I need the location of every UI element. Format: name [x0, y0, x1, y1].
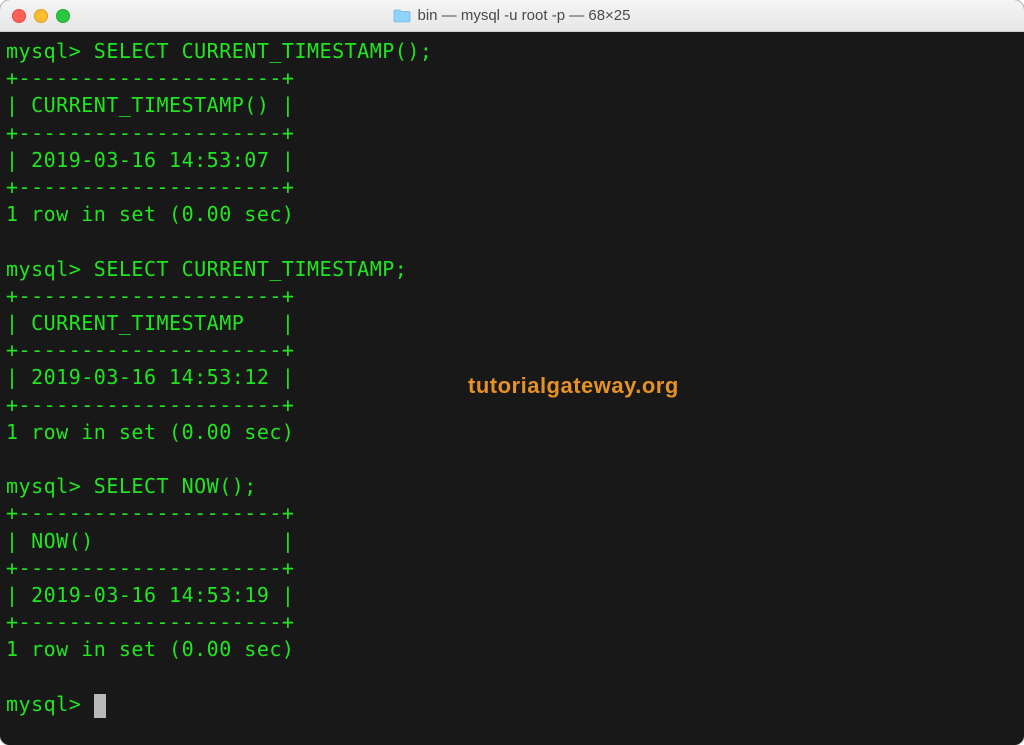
folder-icon [393, 9, 411, 23]
titlebar: bin — mysql -u root -p — 68×25 [0, 0, 1024, 32]
sql-result-border: +---------------------+ [6, 175, 294, 199]
prompt: mysql> [6, 257, 81, 281]
prompt: mysql> [6, 474, 81, 498]
window-title-text: bin — mysql -u root -p — 68×25 [417, 7, 630, 24]
sql-result-border: +---------------------+ [6, 610, 294, 634]
sql-status: 1 row in set (0.00 sec) [6, 420, 294, 444]
sql-status: 1 row in set (0.00 sec) [6, 202, 294, 226]
window-title: bin — mysql -u root -p — 68×25 [12, 7, 1012, 24]
sql-query-2: SELECT CURRENT_TIMESTAMP; [94, 257, 408, 281]
prompt: mysql> [6, 39, 81, 63]
sql-result-border: +---------------------+ [6, 393, 294, 417]
watermark-text: tutorialgateway.org [468, 372, 679, 399]
sql-result-header: | CURRENT_TIMESTAMP | [6, 311, 294, 335]
terminal-body[interactable]: mysql> SELECT CURRENT_TIMESTAMP(); +----… [0, 32, 1024, 745]
sql-result-header: | NOW() | [6, 529, 294, 553]
sql-result-header: | CURRENT_TIMESTAMP() | [6, 93, 294, 117]
sql-result-border: +---------------------+ [6, 338, 294, 362]
sql-status: 1 row in set (0.00 sec) [6, 637, 294, 661]
cursor-icon [94, 694, 106, 718]
terminal-window: bin — mysql -u root -p — 68×25 mysql> SE… [0, 0, 1024, 745]
sql-query-1: SELECT CURRENT_TIMESTAMP(); [94, 39, 433, 63]
sql-result-border: +---------------------+ [6, 501, 294, 525]
sql-result-value: | 2019-03-16 14:53:19 | [6, 583, 294, 607]
sql-result-border: +---------------------+ [6, 556, 294, 580]
sql-result-border: +---------------------+ [6, 284, 294, 308]
prompt: mysql> [6, 692, 81, 716]
sql-result-border: +---------------------+ [6, 66, 294, 90]
sql-result-value: | 2019-03-16 14:53:12 | [6, 365, 294, 389]
sql-result-border: +---------------------+ [6, 121, 294, 145]
sql-result-value: | 2019-03-16 14:53:07 | [6, 148, 294, 172]
sql-query-3: SELECT NOW(); [94, 474, 257, 498]
